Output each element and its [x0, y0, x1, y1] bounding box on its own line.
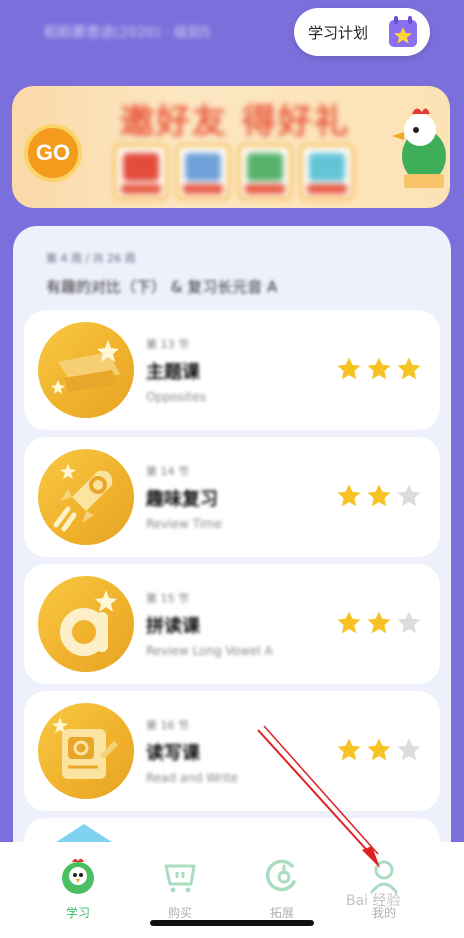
watermark-text: Bai 经验: [346, 893, 401, 909]
banner-title: 邀好友 得好礼: [120, 102, 350, 142]
unit-week-text: 第 4 周 / 共 26 周: [46, 252, 136, 265]
bird-mascot-icon: [62, 858, 94, 894]
star-filled-icon: [367, 738, 391, 761]
star-filled-icon: [337, 611, 361, 634]
star-filled-icon: [397, 357, 421, 380]
home-indicator[interactable]: [150, 920, 314, 926]
star-rating: [336, 737, 422, 763]
lesson-title: 读写课: [146, 743, 200, 764]
gift-card-icon: [114, 144, 168, 200]
lesson-medal: [38, 703, 134, 799]
lesson-title: 趣味复习: [146, 489, 218, 510]
lesson-subtitle: Review Long Vowel A: [146, 644, 273, 658]
gift-card-icon: [238, 144, 292, 200]
star-filled-icon: [367, 611, 391, 634]
lesson-title: 主题课: [146, 362, 200, 383]
star-filled-icon: [337, 484, 361, 507]
lesson-index: 第 16 节: [146, 719, 189, 732]
star-filled-icon: [337, 738, 361, 761]
lesson-subtitle: Read and Write: [146, 771, 239, 785]
nav-item-buy[interactable]: 购买: [150, 856, 210, 926]
star-empty-icon: [397, 611, 421, 634]
lesson-card[interactable]: 第 15 节 拼读课 Review Long Vowel A: [24, 564, 440, 684]
gift-card-icon: [300, 144, 354, 200]
course-level-text: 稻稻要患迹(2020) · 级别5: [44, 25, 211, 41]
lesson-card[interactable]: 第 13 节 主题课 Opposites: [24, 310, 440, 430]
star-filled-icon: [367, 357, 391, 380]
opposites-icon: [51, 340, 120, 394]
study-plan-label: 学习计划: [308, 23, 369, 42]
notebook-pencil-icon: [52, 717, 118, 779]
lesson-index: 第 14 节: [146, 465, 189, 478]
mascot-bird-icon: [392, 108, 446, 188]
lesson-subtitle: Review Time: [146, 517, 222, 531]
lesson-index: 第 15 节: [146, 592, 189, 605]
star-filled-icon: [337, 357, 361, 380]
nav-label: 拓展: [269, 906, 294, 920]
star-rating: [336, 356, 422, 382]
gift-card-icon: [176, 144, 230, 200]
nav-label: 学习: [65, 906, 90, 920]
star-filled-icon: [367, 484, 391, 507]
lesson-subtitle: Opposites: [146, 390, 206, 404]
nav-label: 购买: [167, 906, 192, 920]
lesson-card[interactable]: 第 14 节 趣味复习 Review Time: [24, 437, 440, 557]
nav-item-study[interactable]: 学习: [48, 856, 108, 926]
lesson-medal: [38, 576, 134, 672]
lesson-medal: [38, 449, 134, 545]
rocket-icon: [53, 463, 113, 532]
star-empty-icon: [397, 484, 421, 507]
nav-item-expand[interactable]: 拓展: [252, 856, 312, 926]
lesson-title: 拼读课: [146, 616, 200, 637]
go-badge: GO: [24, 124, 82, 182]
star-empty-icon: [397, 738, 421, 761]
study-plan-button[interactable]: 学习计划: [294, 8, 430, 56]
cart-icon: [164, 864, 196, 893]
calendar-star-icon: [389, 16, 417, 47]
expand-icon: [265, 859, 296, 892]
lesson-medal: [38, 322, 134, 418]
lesson-card[interactable]: 第 16 节 读写课 Read and Write: [24, 691, 440, 811]
banner-content: 邀好友 得好礼: [100, 86, 400, 208]
lesson-index: 第 13 节: [146, 338, 189, 351]
letter-a-icon: [60, 590, 117, 656]
star-rating: [336, 483, 422, 509]
unit-title: 有趣的对比（下） & 复习长元音 A: [46, 278, 278, 296]
top-bar: 稻稻要患迹(2020) · 级别5 学习计划: [0, 0, 464, 70]
invite-friends-banner[interactable]: GO 邀好友 得好礼: [12, 86, 450, 208]
star-rating: [336, 610, 422, 636]
